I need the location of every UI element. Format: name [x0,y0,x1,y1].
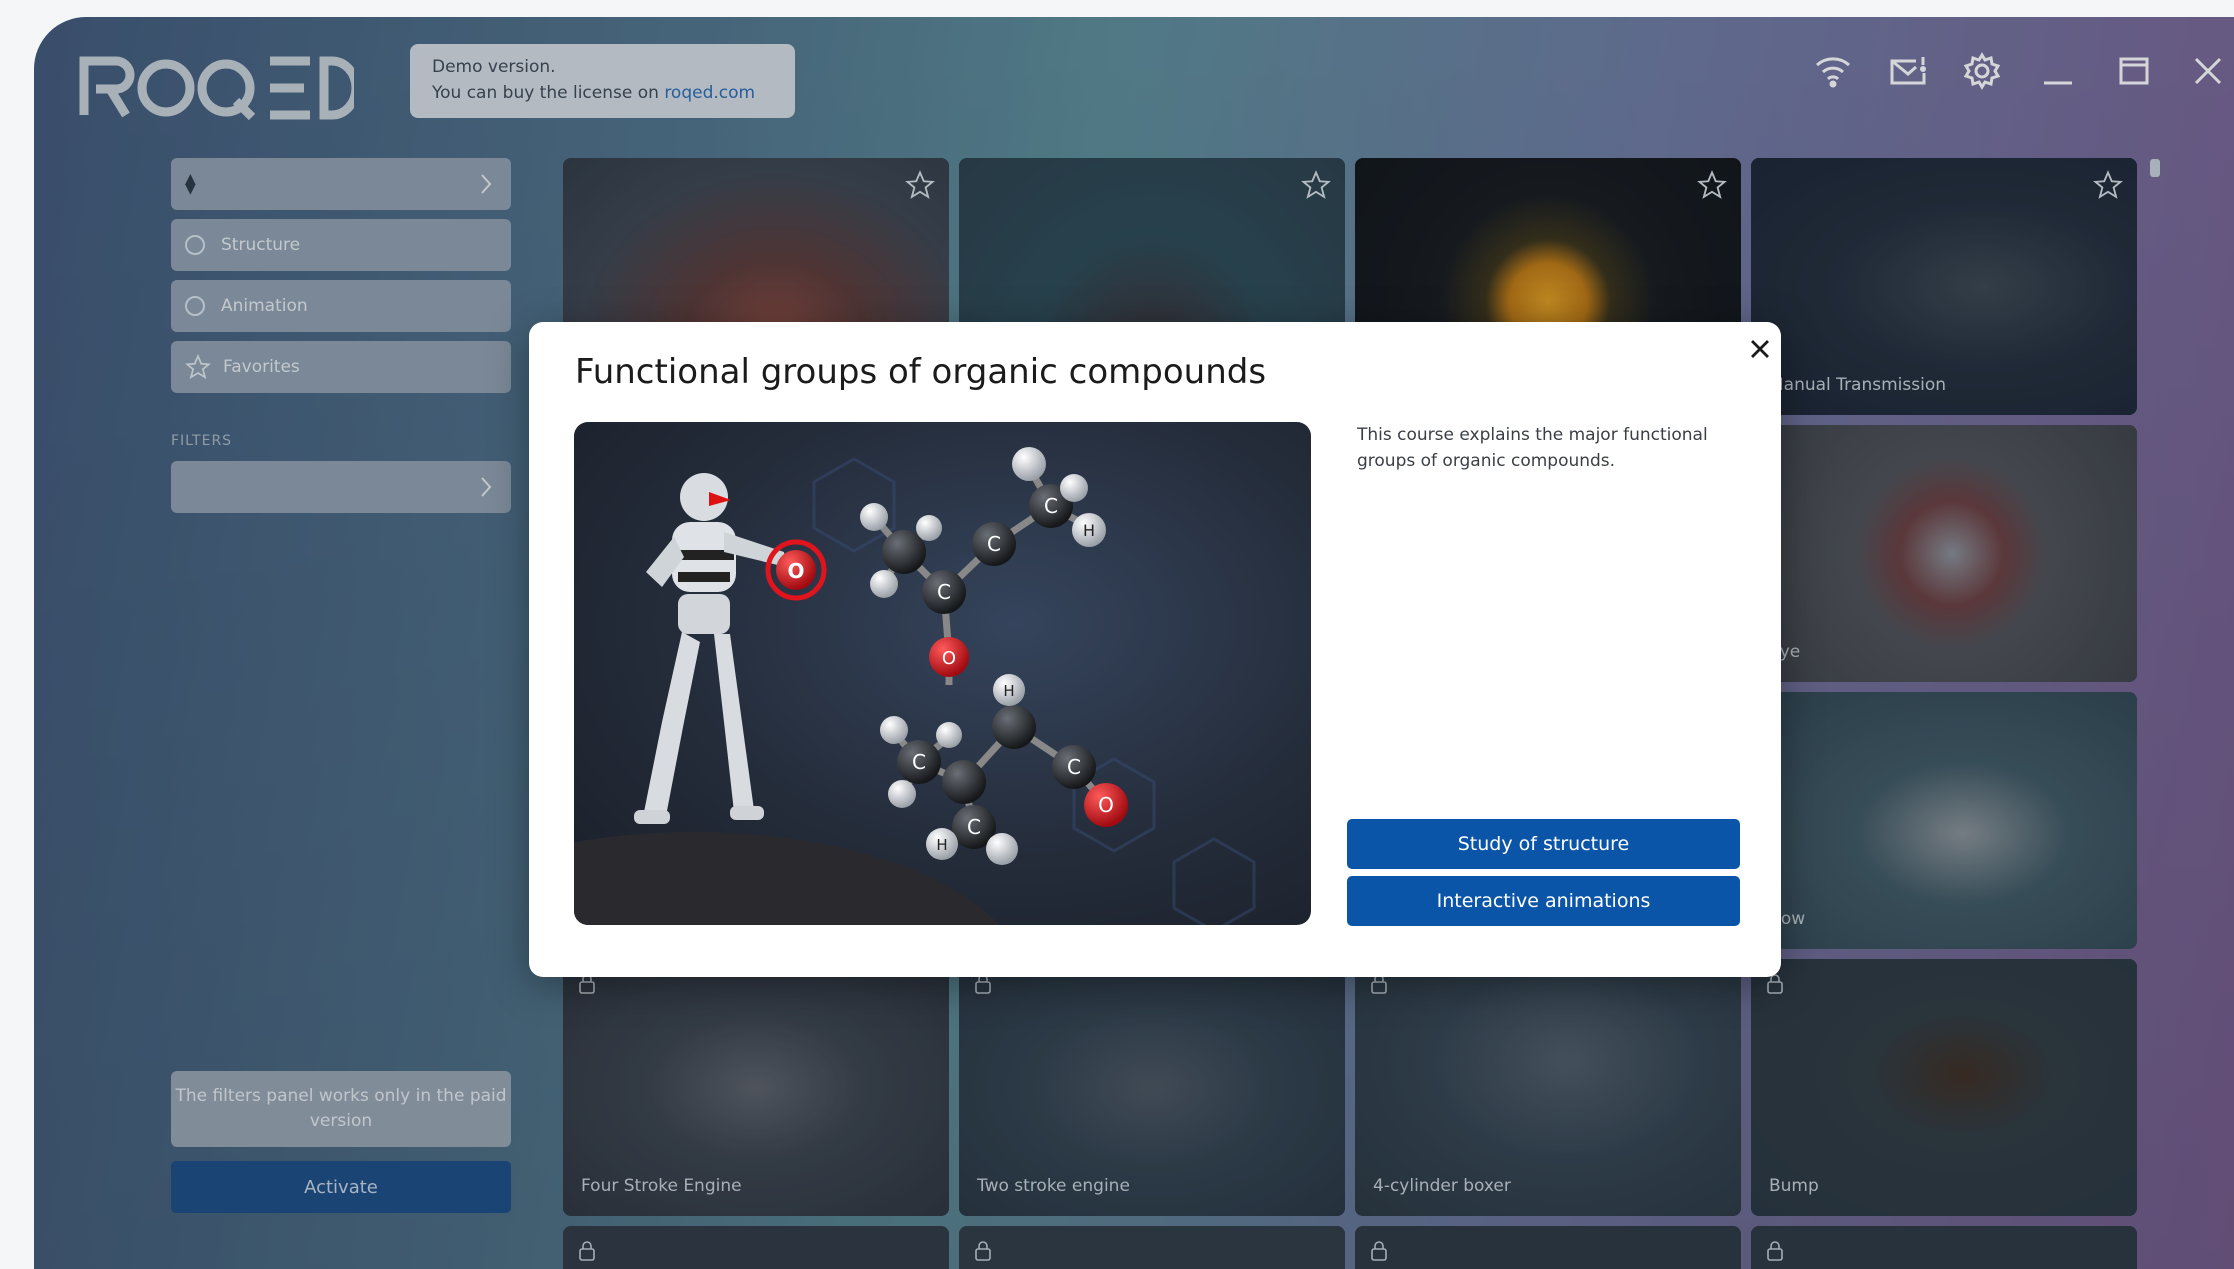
demo-notice-line1: Demo version. [432,57,556,77]
mail-icon[interactable] [1884,47,1932,95]
roqed-logo [79,56,354,121]
minimize-icon[interactable] [2034,47,2082,95]
card-title: Manual Transmission [1769,375,1946,395]
star-icon[interactable] [1301,170,1331,200]
model-card[interactable] [1751,1226,2137,1269]
star-icon [185,354,211,380]
model-card[interactable]: Bump [1751,959,2137,1216]
scrollbar-thumb[interactable] [2150,159,2160,177]
activate-button[interactable]: Activate [171,1161,511,1213]
course-description: This course explains the major functiona… [1357,425,1708,471]
sort-button[interactable]: ▲ ▼ [171,158,511,210]
chevron-right-icon [481,174,492,194]
card-thumbnail [1751,1226,2137,1269]
demo-notice-prefix: You can buy the license on [432,83,665,103]
card-thumbnail [563,1226,949,1269]
model-card[interactable]: Manual Transmission [1751,158,2137,415]
maximize-icon[interactable] [2110,47,2158,95]
star-icon[interactable] [1697,170,1727,200]
atom-label-c: C [937,580,951,604]
sidebar-item-label: Animation [221,296,308,316]
atom-label-c: C [1044,494,1058,518]
sidebar-item-favorites[interactable]: Favorites [171,341,511,393]
filter-select[interactable] [171,461,511,513]
model-card[interactable]: Four Stroke Engine [563,959,949,1216]
atom-label-o: O [942,648,956,669]
demo-notice-line2: You can buy the license on roqed.com [432,80,773,106]
course-preview-image: O C C C O H C C C O H H [574,422,1311,925]
lock-icon [579,1241,595,1261]
model-card[interactable]: 4-cylinder boxer [1355,959,1741,1216]
interactive-animations-button[interactable]: Interactive animations [1347,876,1740,926]
lock-icon [1767,1241,1783,1261]
star-icon[interactable] [2093,170,2123,200]
lock-icon [975,1241,991,1261]
atom-label-c: C [1067,755,1081,779]
filters-heading: FILTERS [171,433,233,449]
sidebar-item-structure[interactable]: Structure [171,219,511,271]
sidebar-item-animation[interactable]: Animation [171,280,511,332]
atom-label-h: H [936,836,947,854]
demo-notice: Demo version. You can buy the license on… [410,44,795,118]
sidebar-item-label: Structure [221,235,301,255]
sidebar-item-label: Favorites [223,357,300,377]
atom-label-o: O [1098,793,1114,817]
atom-label-c: C [912,750,926,774]
atom-label-h: H [1083,521,1095,540]
atom-label-h: H [1003,682,1014,700]
model-card[interactable]: Two stroke engine [959,959,1345,1216]
close-icon[interactable] [2184,47,2232,95]
card-title: Two stroke engine [977,1176,1130,1196]
lock-icon [1371,1241,1387,1261]
card-title: 4-cylinder boxer [1373,1176,1511,1196]
card-thumbnail [1751,425,2137,682]
card-title: Four Stroke Engine [581,1176,742,1196]
study-structure-button[interactable]: Study of structure [1347,819,1740,869]
radio-icon [185,296,205,316]
course-illustration: O C C C O H C C C O H H [574,447,1256,925]
model-card[interactable]: Cow [1751,692,2137,949]
atom-label-c: C [967,815,981,839]
card-thumbnail [1355,1226,1741,1269]
robot-figure [634,473,786,824]
model-card[interactable] [563,1226,949,1269]
model-card[interactable] [959,1226,1345,1269]
radio-icon [185,235,205,255]
license-link[interactable]: roqed.com [664,83,755,103]
close-icon[interactable] [1745,334,1775,364]
atom-label-c: C [987,532,1001,556]
modal-title: Functional groups of organic compounds [575,352,1267,392]
card-thumbnail [959,1226,1345,1269]
model-card[interactable] [1355,1226,1741,1269]
chevron-right-icon [481,477,492,497]
gear-icon[interactable] [1958,47,2006,95]
model-card[interactable]: Eye [1751,425,2137,682]
atom-label-o: O [787,559,804,583]
course-modal: Functional groups of organic compounds O… [529,322,1781,977]
wifi-icon[interactable] [1809,47,1857,95]
star-icon[interactable] [905,170,935,200]
sort-icon: ▲ ▼ [185,171,196,197]
filters-paid-note: The filters panel works only in the paid… [171,1071,511,1147]
card-title: Bump [1769,1176,1819,1196]
card-thumbnail [1751,692,2137,949]
